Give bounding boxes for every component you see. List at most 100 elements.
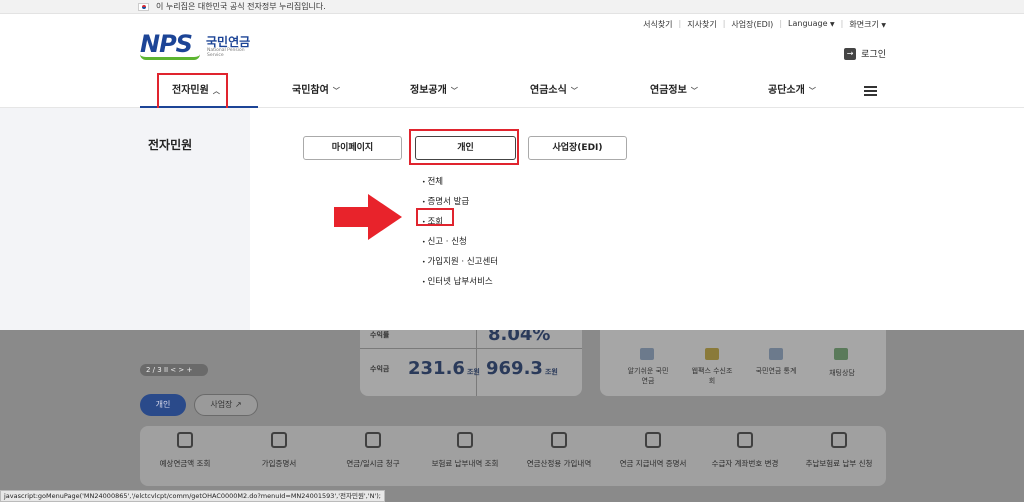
stat-percent: 8.04% [488,330,551,345]
util-zoom-label: 화면크기 [849,20,879,29]
stat-unit: 조원 [544,368,558,376]
logo-english: National Pension Service [207,48,245,58]
service-label: 가입증명서 [261,459,297,468]
stat2-value2: 969.3 조원 [486,358,558,379]
nav-label: 연금소식 [530,85,567,96]
gov-banner: 이 누리집은 대한민국 공식 전자정부 누리집입니다. [0,0,1024,14]
service-enroll-cert[interactable]: 가입증명서 [236,432,322,469]
nav-label: 공단소개 [768,85,805,96]
service-payment-history[interactable]: 보험료 납부내역 조회 [422,432,508,469]
chevron-down-icon: ﹀ [332,87,340,95]
document-icon [365,432,381,448]
quick-link-chat[interactable]: 채팅상담 [820,368,864,378]
slide-pager[interactable]: 2 / 3 II < > + [140,364,208,376]
receipt-icon [457,432,473,448]
nps-logo[interactable]: NPS 국민연금 National Pension Service [140,28,260,64]
submenu-item-support[interactable]: 가입지원 · 신고센터 [422,252,498,272]
nav-item-disclosure[interactable]: 정보공개 ﹀ [410,74,458,108]
util-branch-link[interactable]: 지사찾기 [687,19,716,30]
file-icon [645,432,661,448]
util-divider: | [840,19,844,28]
stat2-value1-text: 231.6 [408,358,465,379]
service-label: 수급자 계좌번호 변경 [711,459,779,468]
service-label: 추납보험료 납부 신청 [805,459,873,468]
dimmed-page-background: 수익률 8.04% 수익금 231.6 조원 969.3 조원 알기쉬운 국민연금 … [0,330,1024,502]
service-label: 연금산정용 가입내역 [526,459,592,468]
caret-down-icon: ▼ [881,22,886,29]
quick-links-panel [600,330,886,396]
tab-mypage[interactable]: 마이페이지 [303,136,402,160]
chat-bubble-icon [831,432,847,448]
chat-icon [834,348,848,360]
nav-label: 정보공개 [410,85,447,96]
submenu-item-report[interactable]: 신고 · 신청 [422,232,498,252]
stat1-label: 수익률 [370,331,390,339]
mega-menu-side: 전자민원 [0,108,250,330]
service-label: 보험료 납부내역 조회 [431,459,499,468]
stat2-value1: 231.6 조원 [408,358,480,379]
stat2-value2-text: 969.3 [486,358,543,379]
nav-label: 연금정보 [650,85,687,96]
submenu-item-all[interactable]: 전체 [422,172,498,192]
edit-icon [737,432,753,448]
submenu-item-payment[interactable]: 인터넷 납부서비스 [422,272,498,292]
chevron-down-icon: ﹀ [570,87,578,95]
lock-icon [705,348,719,360]
logo-swoosh-icon [140,54,200,60]
service-account-change[interactable]: 수급자 계좌번호 변경 [702,432,788,469]
utility-links: 서식찾기 | 지사찾기 | 사업장(EDI) | Language ▼ | 화면… [643,19,886,30]
nav-item-news[interactable]: 연금소식 ﹀ [530,74,578,108]
nav-item-participation[interactable]: 국민참여 ﹀ [292,74,340,108]
highlight-box-inquiry [416,208,454,226]
site-header: NPS 국민연금 National Pension Service 서식찾기 |… [0,14,1024,74]
red-arrow-icon [334,194,402,240]
envelope-icon [551,432,567,448]
util-language-select[interactable]: Language ▼ [788,19,835,30]
service-label: 연금 지급내역 증명서 [619,459,687,468]
service-additional-payment[interactable]: 추납보험료 납부 신청 [796,432,882,469]
personal-button[interactable]: 개인 [140,394,186,416]
caret-down-icon: ▼ [830,21,835,28]
util-divider: | [779,19,783,28]
util-divider: | [678,19,682,28]
gov-banner-text: 이 누리집은 대한민국 공식 전자정부 누리집입니다. [156,2,326,11]
util-zoom-select[interactable]: 화면크기 ▼ [849,19,886,30]
korea-flag-icon [138,3,149,11]
util-edi-link[interactable]: 사업장(EDI) [731,19,773,30]
login-label: 로그인 [861,50,886,60]
login-button[interactable]: → 로그인 [844,47,886,60]
stat2-label: 수익금 [370,365,390,373]
hamburger-menu-icon[interactable] [864,86,877,96]
external-link-icon: ↗ [234,400,242,409]
nav-item-about[interactable]: 공단소개 ﹀ [768,74,816,108]
chevron-down-icon: ﹀ [690,87,698,95]
chevron-down-icon: ﹀ [450,87,458,95]
nav-label: 국민참여 [292,85,329,96]
login-icon: → [844,47,857,60]
nav-item-pension-info[interactable]: 연금정보 ﹀ [650,74,698,108]
business-button-label: 사업장 [210,400,233,409]
quick-link-stats[interactable]: 국민연금 통계 [754,366,798,376]
util-language-label: Language [788,19,828,28]
highlight-box-tab [409,129,519,165]
service-label: 예상연금액 조회 [159,459,211,468]
service-claim[interactable]: 연금/일시금 청구 [330,432,416,469]
stat-unit: 조원 [466,368,480,376]
business-button[interactable]: 사업장 ↗ [194,394,258,416]
service-enroll-history[interactable]: 연금산정용 가입내역 [516,432,602,469]
highlight-box-nav [157,73,228,110]
stats-icon [769,348,783,360]
service-expected-pension[interactable]: 예상연금액 조회 [142,432,228,469]
quick-link-easy[interactable]: 알기쉬운 국민연금 [626,366,670,386]
tab-business-edi[interactable]: 사업장(EDI) [528,136,627,160]
service-payment-cert[interactable]: 연금 지급내역 증명서 [610,432,696,469]
util-divider: | [722,19,726,28]
util-forms-link[interactable]: 서식찾기 [643,19,672,30]
printer-icon [271,432,287,448]
mega-menu-title: 전자민원 [148,138,193,152]
calculator-icon [177,432,193,448]
main-nav: 전자민원 ︿ 국민참여 ﹀ 정보공개 ﹀ 연금소식 ﹀ 연금정보 ﹀ 공단소개 ﹀ [0,74,1024,108]
submenu-list: 전체 증명서 발급 조회 신고 · 신청 가입지원 · 신고센터 인터넷 납부서… [422,172,498,292]
service-label: 연금/일시금 청구 [346,459,400,468]
quick-link-webfax[interactable]: 웹팩스 수신조회 [690,366,734,386]
